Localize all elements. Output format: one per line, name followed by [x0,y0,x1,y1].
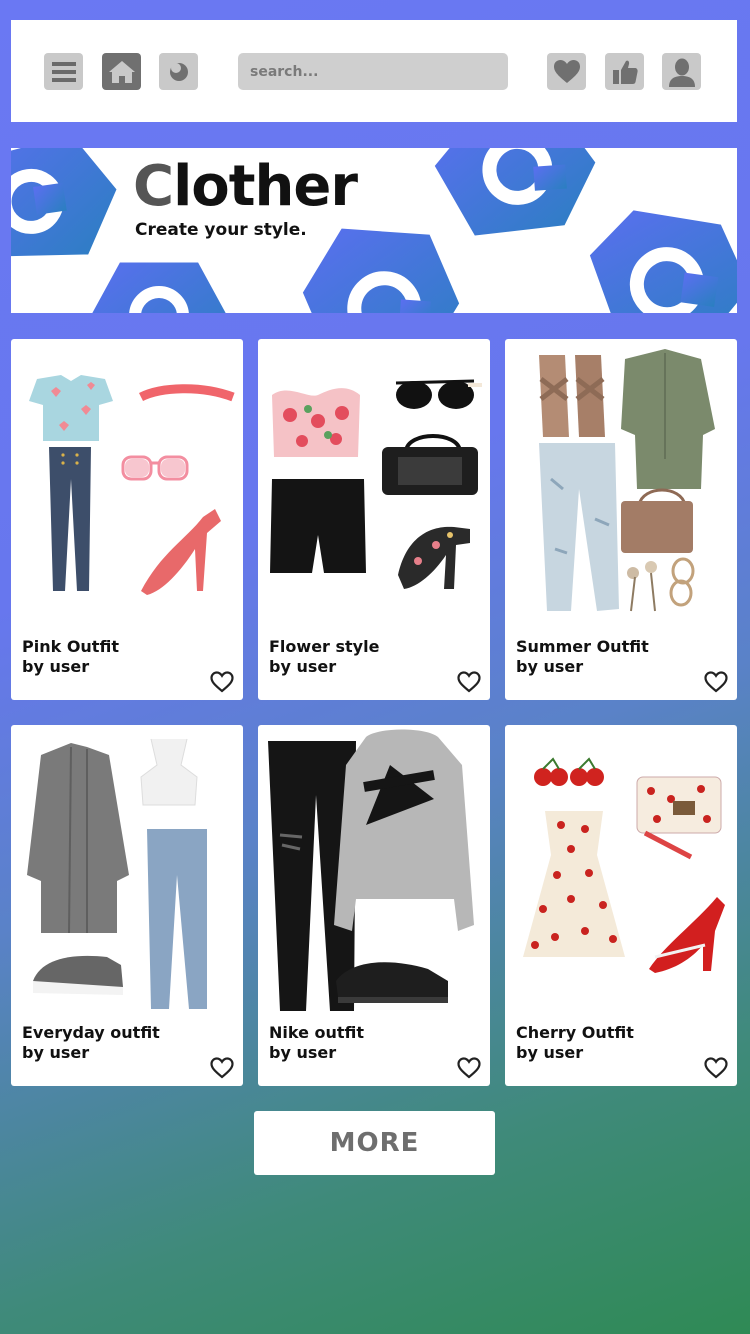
moon-icon [169,62,188,81]
heart-outline-icon[interactable] [457,1057,481,1079]
user-icon [668,58,695,87]
heart-outline-icon[interactable] [210,671,234,693]
home-icon [108,60,135,83]
brand-banner: Clother Create your style. [11,148,737,313]
hamburger-icon [51,61,76,82]
outfit-card[interactable]: Nike outfit by user [258,725,490,1086]
heart-outline-icon[interactable] [457,671,481,693]
outfit-image [523,757,725,973]
likes-button[interactable] [605,53,644,90]
heart-icon [553,59,580,83]
recent-button[interactable] [159,53,198,90]
outfit-title: Flower style [269,637,380,656]
outfit-title: Pink Outfit [22,637,119,656]
outfit-card[interactable]: Summer Outfit by user [505,339,737,700]
outfit-author: by user [22,657,90,676]
outfit-image [270,379,482,589]
outfit-author: by user [269,1043,337,1062]
home-button[interactable] [102,53,141,90]
outfit-image [29,375,235,595]
outfit-author: by user [516,1043,584,1062]
outfit-author: by user [516,657,584,676]
outfit-image [268,729,474,1011]
menu-button[interactable] [44,53,83,90]
outfit-image [27,738,207,1009]
profile-button[interactable] [662,53,701,90]
more-button[interactable]: MORE [254,1111,495,1175]
outfit-card[interactable]: Everyday outfit by user [11,725,243,1086]
outfit-title: Summer Outfit [516,637,649,656]
outfit-title: Everyday outfit [22,1023,160,1042]
top-toolbar [11,20,737,122]
outfit-author: by user [22,1043,90,1062]
outfit-author: by user [269,657,337,676]
thumbs-up-icon [612,60,638,84]
brand-logo-text: Clother [133,154,358,219]
brand-tagline: Create your style. [135,220,307,240]
heart-outline-icon[interactable] [704,671,728,693]
search-input[interactable] [238,53,508,90]
outfit-card[interactable]: Pink Outfit by user [11,339,243,700]
heart-outline-icon[interactable] [704,1057,728,1079]
outfit-card[interactable]: Flower style by user [258,339,490,700]
outfit-image [539,349,715,612]
hexagon-logo-pattern [11,148,737,313]
outfit-title: Nike outfit [269,1023,365,1042]
favorites-button[interactable] [547,53,586,90]
outfit-title: Cherry Outfit [516,1023,634,1042]
outfit-card[interactable]: Cherry Outfit by user [505,725,737,1086]
heart-outline-icon[interactable] [210,1057,234,1079]
